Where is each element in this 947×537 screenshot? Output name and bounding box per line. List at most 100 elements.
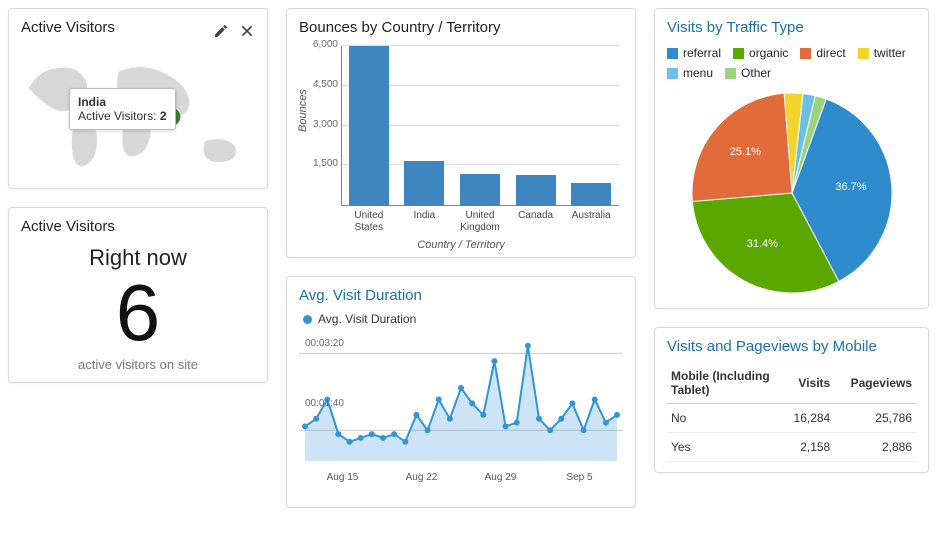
- line-point[interactable]: [458, 385, 464, 391]
- linechart-ytick: 00:03:20: [305, 338, 344, 349]
- close-icon[interactable]: [239, 23, 255, 39]
- line-point[interactable]: [469, 400, 475, 406]
- barchart-xtick: Australia: [563, 210, 619, 234]
- line-point[interactable]: [558, 416, 564, 422]
- cell-label: Yes: [667, 433, 782, 462]
- line-point[interactable]: [380, 435, 386, 441]
- legend-item-direct[interactable]: direct: [800, 46, 845, 60]
- column-1: Active Visitors India: [8, 8, 268, 508]
- card-right-now: Active Visitors Right now 6 active visit…: [8, 207, 268, 383]
- linechart: 00:03:20 00:01:40 Aug 15 Aug 22 Aug 29 S…: [299, 332, 623, 497]
- tooltip-label: Active Visitors:: [78, 109, 156, 123]
- cell-visits: 2,158: [782, 433, 835, 462]
- legend-text: referral: [683, 46, 721, 60]
- line-point[interactable]: [413, 412, 419, 418]
- line-point[interactable]: [547, 427, 553, 433]
- table-col-mobile: Mobile (Including Tablet): [667, 363, 782, 404]
- line-point[interactable]: [436, 397, 442, 403]
- card-avg-duration: Avg. Visit Duration Avg. Visit Duration …: [286, 276, 636, 508]
- card-bounces: Bounces by Country / Territory Bounces 1…: [286, 8, 636, 258]
- card-title: Active Visitors: [21, 218, 255, 235]
- legend-item-Other[interactable]: Other: [725, 66, 771, 80]
- legend-text: direct: [816, 46, 845, 60]
- cell-label: No: [667, 404, 782, 433]
- line-point[interactable]: [358, 435, 364, 441]
- line-point[interactable]: [391, 431, 397, 437]
- world-map[interactable]: India Active Visitors: 2: [21, 48, 255, 178]
- legend-label: Avg. Visit Duration: [318, 312, 416, 326]
- linechart-xtick: Aug 15: [303, 472, 382, 483]
- line-point[interactable]: [569, 400, 575, 406]
- legend-item-organic[interactable]: organic: [733, 46, 788, 60]
- line-point[interactable]: [402, 439, 408, 445]
- card-traffic-type: Visits by Traffic Type referral organic di…: [654, 8, 929, 309]
- line-point[interactable]: [525, 343, 531, 349]
- line-point[interactable]: [480, 412, 486, 418]
- barchart-xlabel: Country / Territory: [299, 239, 623, 251]
- table-col-pageviews: Pageviews: [834, 363, 916, 404]
- bar[interactable]: [404, 161, 444, 206]
- card-title: Active Visitors: [21, 19, 115, 36]
- barchart-xtick: India: [397, 210, 453, 234]
- line-point[interactable]: [603, 420, 609, 426]
- bar[interactable]: [516, 175, 556, 206]
- table-col-visits: Visits: [782, 363, 835, 404]
- tooltip-country: India: [78, 95, 106, 109]
- legend-swatch-icon: [725, 68, 736, 79]
- pie-chart: 36.7% 31.4% 25.1%: [667, 88, 916, 298]
- line-point[interactable]: [581, 427, 587, 433]
- card-title: Bounces by Country / Territory: [299, 19, 623, 36]
- legend-item-referral[interactable]: referral: [667, 46, 721, 60]
- linechart-ytick: 00:01:40: [305, 398, 344, 409]
- linechart-xtick: Aug 29: [461, 472, 540, 483]
- line-point[interactable]: [536, 416, 542, 422]
- legend-item-twitter[interactable]: twitter: [858, 46, 906, 60]
- map-tooltip: India Active Visitors: 2: [69, 88, 176, 130]
- linechart-xtick: Sep 5: [540, 472, 619, 483]
- table-row: No 16,284 25,786: [667, 404, 916, 433]
- line-point[interactable]: [425, 427, 431, 433]
- legend-text: Other: [741, 66, 771, 80]
- card-active-visitors-map: Active Visitors India: [8, 8, 268, 189]
- line-point[interactable]: [369, 431, 375, 437]
- card-title: Visits by Traffic Type: [667, 19, 916, 36]
- legend-swatch-icon: [733, 48, 744, 59]
- line-point[interactable]: [614, 412, 620, 418]
- legend-text: organic: [749, 46, 788, 60]
- pie-slice-label-organic: 31.4%: [747, 238, 778, 250]
- bar[interactable]: [571, 183, 611, 206]
- legend-dot-icon: [303, 315, 312, 324]
- legend-swatch-icon: [858, 48, 869, 59]
- line-point[interactable]: [335, 431, 341, 437]
- edit-icon[interactable]: [213, 23, 229, 39]
- line-point[interactable]: [491, 358, 497, 364]
- legend-text: twitter: [874, 46, 906, 60]
- table-row: Yes 2,158 2,886: [667, 433, 916, 462]
- bar[interactable]: [349, 46, 389, 206]
- line-point[interactable]: [503, 423, 509, 429]
- tooltip-value: 2: [160, 109, 167, 123]
- linechart-xtick: Aug 22: [382, 472, 461, 483]
- mobile-table: Mobile (Including Tablet) Visits Pagevie…: [667, 363, 916, 462]
- line-point[interactable]: [447, 416, 453, 422]
- cell-pv: 25,786: [834, 404, 916, 433]
- line-point[interactable]: [302, 423, 308, 429]
- legend-item-menu[interactable]: menu: [667, 66, 713, 80]
- line-point[interactable]: [592, 397, 598, 403]
- barchart-xtick: United States: [341, 210, 397, 234]
- line-point[interactable]: [514, 420, 520, 426]
- column-3: Visits by Traffic Type referral organic di…: [654, 8, 929, 508]
- pie-slice-label-referral: 36.7%: [835, 181, 866, 193]
- line-point[interactable]: [313, 416, 319, 422]
- legend-text: menu: [683, 66, 713, 80]
- bar[interactable]: [460, 174, 500, 206]
- pie-slice-label-direct: 25.1%: [730, 146, 761, 158]
- legend-swatch-icon: [800, 48, 811, 59]
- bounces-barchart: Bounces 1,5003,0004,5006,000 United Stat…: [299, 42, 623, 247]
- barchart-xtick: United Kingdom: [452, 210, 508, 234]
- linechart-xrow: Aug 15 Aug 22 Aug 29 Sep 5: [299, 470, 623, 483]
- linechart-legend: Avg. Visit Duration: [303, 312, 623, 326]
- line-point[interactable]: [347, 439, 353, 445]
- card-title: Visits and Pageviews by Mobile: [667, 338, 916, 355]
- column-2: Bounces by Country / Territory Bounces 1…: [286, 8, 636, 508]
